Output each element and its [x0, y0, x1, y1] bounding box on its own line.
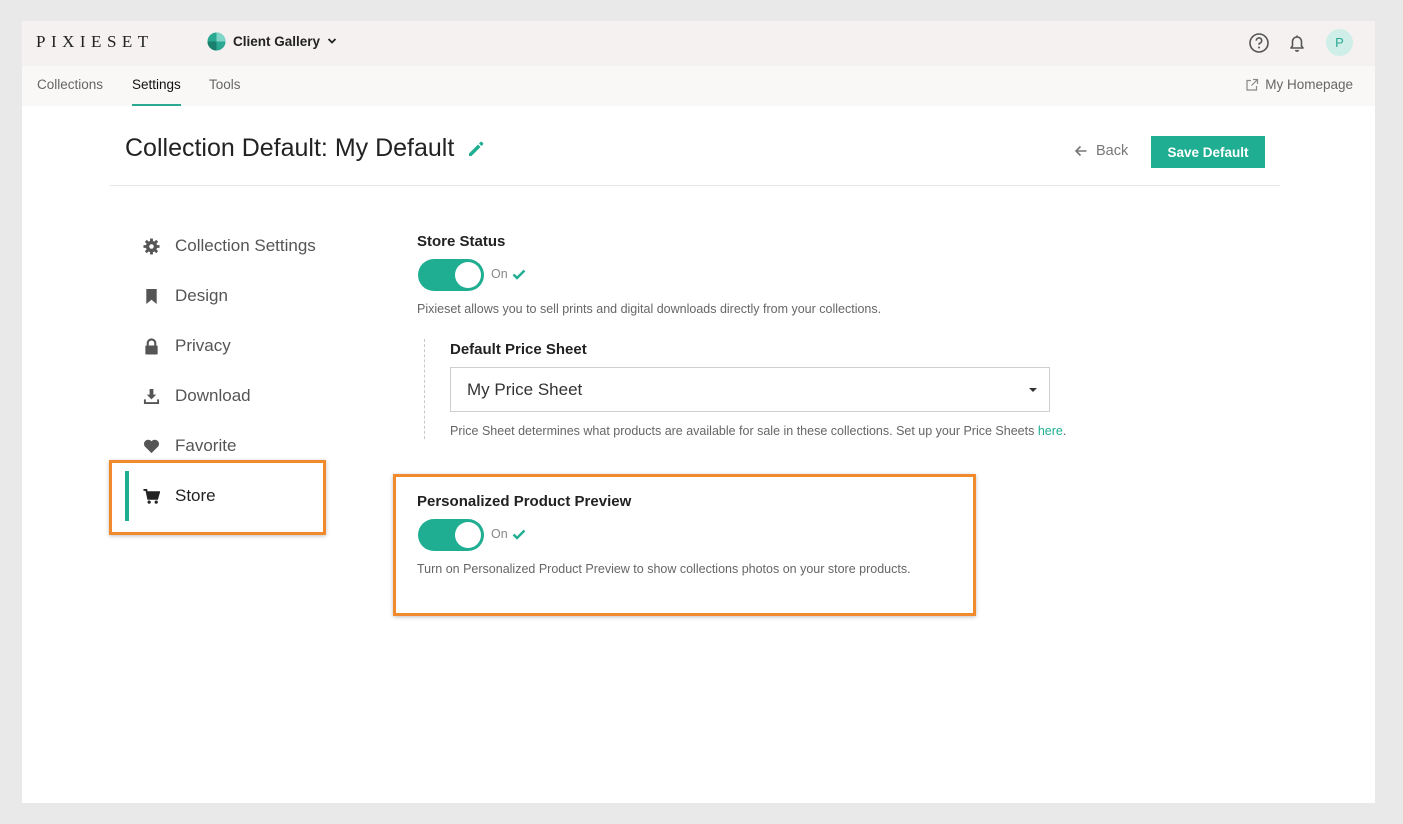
avatar[interactable]: P [1326, 29, 1353, 56]
sidebar-item-privacy[interactable]: Privacy [125, 326, 231, 366]
store-status-description: Pixieset allows you to sell prints and d… [417, 302, 882, 316]
sidebar-item-label: Collection Settings [175, 236, 316, 255]
sidebar-item-design[interactable]: Design [125, 276, 228, 316]
price-sheet-guide-line [424, 339, 425, 439]
download-icon [143, 388, 160, 404]
sidebar-item-label: Privacy [175, 336, 231, 355]
external-link-icon [1246, 78, 1259, 91]
page-title: Collection Default: My Default [125, 134, 486, 163]
toggle-knob [455, 262, 481, 288]
header-divider [110, 185, 1280, 186]
pencil-icon[interactable] [466, 139, 486, 159]
client-gallery-icon [207, 31, 226, 51]
store-status-title: Store Status [417, 233, 506, 250]
store-highlight-box [109, 460, 326, 535]
heart-icon [143, 439, 160, 453]
lock-icon [145, 337, 158, 355]
product-label: Client Gallery [233, 33, 321, 49]
my-homepage-link[interactable]: My Homepage [1245, 77, 1353, 92]
arrow-left-icon [1074, 145, 1087, 157]
nav-bar: Collections Settings Tools My Homepage [22, 66, 1375, 106]
top-bar: PIXIESET Client Gallery P [22, 21, 1375, 66]
store-status-state-label: On [491, 267, 508, 281]
price-sheet-title: Default Price Sheet [450, 341, 587, 358]
store-status-state: On [491, 267, 526, 281]
sidebar-item-download[interactable]: Download [125, 376, 251, 416]
preview-highlight-box [393, 474, 976, 616]
price-sheet-description: Price Sheet determines what products are… [450, 424, 1066, 438]
sidebar-item-label: Design [175, 286, 228, 305]
my-homepage-label: My Homepage [1265, 77, 1353, 92]
check-icon [512, 269, 526, 280]
product-switcher[interactable]: Client Gallery [207, 31, 337, 51]
bookmark-icon [146, 288, 157, 304]
price-sheet-select[interactable]: My Price Sheet [450, 367, 1050, 412]
price-sheet-here-link[interactable]: here [1038, 424, 1063, 438]
app-window: PIXIESET Client Gallery P Collections Se… [22, 21, 1375, 803]
gear-icon [143, 237, 160, 255]
sidebar-item-collection-settings[interactable]: Collection Settings [125, 226, 316, 266]
caret-down-icon [1029, 388, 1037, 392]
price-sheet-period: . [1062, 424, 1067, 438]
help-icon[interactable] [1248, 32, 1270, 54]
sidebar-item-label: Download [175, 386, 251, 405]
page-title-text: Collection Default: My Default [125, 134, 455, 162]
tab-tools[interactable]: Tools [209, 77, 241, 106]
tab-settings[interactable]: Settings [132, 77, 181, 106]
top-icons: P [1248, 29, 1353, 56]
tab-collections[interactable]: Collections [37, 77, 103, 106]
chevron-down-icon [327, 38, 337, 44]
save-default-button[interactable]: Save Default [1151, 136, 1265, 168]
back-label: Back [1096, 143, 1129, 159]
back-button[interactable]: Back [1074, 143, 1128, 159]
pixieset-logo[interactable]: PIXIESET [36, 32, 154, 52]
bell-icon[interactable] [1286, 32, 1308, 54]
price-sheet-description-text: Price Sheet determines what products are… [450, 424, 1035, 438]
sidebar-item-label: Favorite [175, 436, 237, 455]
store-status-toggle[interactable] [418, 259, 484, 291]
price-sheet-selected: My Price Sheet [467, 379, 583, 399]
